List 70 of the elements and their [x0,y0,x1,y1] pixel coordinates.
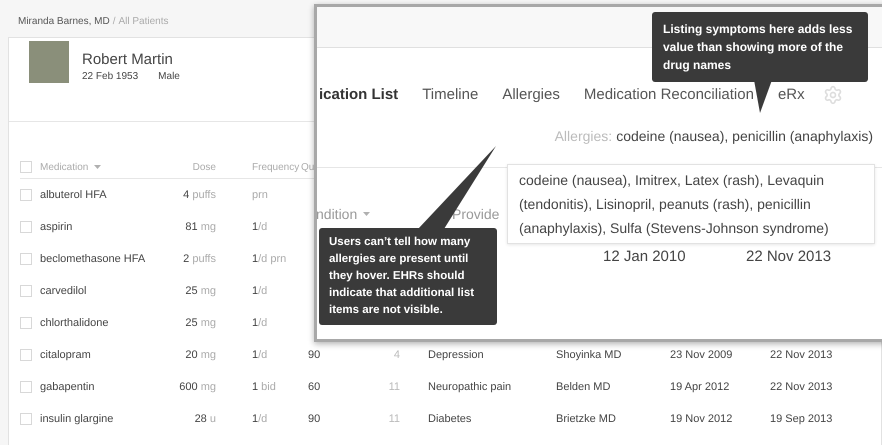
patient-sex: Male [158,70,180,84]
frequency-cell-text: 1/d [252,284,268,299]
medication-name: chlorthalidone [40,316,110,331]
row-checkbox[interactable] [20,161,32,173]
refills-cell-text: 11 [388,380,400,395]
provider-cell-text: Brietzke MD [556,412,617,427]
row-checkbox[interactable] [20,349,32,361]
tab[interactable]: Medication Reconciliation [584,84,754,106]
condition-cell-text: Depression [428,348,485,363]
row-checkbox[interactable] [20,381,32,393]
dose-cell-text: 25 mg [184,316,216,331]
medication-name: insulin glargine [40,412,114,427]
annotation-callout: Listing symptoms here adds less value than showing more of the drug names [652,12,868,82]
frequency-cell-text: prn [252,188,269,203]
row-checkbox[interactable] [20,285,32,297]
refills-cell-text: 4 [392,348,400,363]
callout-pointer [754,80,772,113]
condition-cell-text: Diabetes [428,412,472,427]
provider-cell-text: Shoyinka MD [556,348,622,363]
settings-icon[interactable] [822,85,843,105]
row-checkbox[interactable] [20,253,32,265]
last-date-cell-text: 22 Nov 2013 [770,380,832,395]
row-checkbox[interactable] [20,317,32,329]
frequency-cell-text: 1/d [252,412,268,427]
dose-cell-text: 4 puffs [182,188,216,203]
medication-name: gabapentin [40,380,96,395]
allergies-popover: codeine (nausea), Imitrex, Latex (rash), Levaquin (tendonitis), Lisinopril, peanuts (rash), penicillin (anaphylaxis), Sulfa (Stevens-Johnson syndrome) [507,164,875,244]
provider-cell-text: Belden MD [556,380,612,395]
frequency-cell-text: 1/d [252,348,268,363]
medication-name: citalopram [40,348,92,363]
tab[interactable]: ication List [319,84,398,106]
frequency-cell-text: 1/d prn [252,252,288,267]
frequency-cell-text: 1 bid [252,380,277,395]
medication-name: carvedilol [40,284,88,299]
patient-name: Robert Martin [82,51,174,68]
quantity-cell-text: 60 [308,380,322,395]
dose-cell-text: 81 mg [184,220,216,235]
row-checkbox[interactable] [20,189,32,201]
breadcrumb-separator: / [112,16,116,27]
photo-placeholder [29,41,69,83]
dose-cell-text: 600 mg [178,380,216,395]
tab[interactable]: eRx [778,84,805,106]
start-date-cell-text: 19 Nov 2012 [670,412,734,427]
quantity-cell-text: 90 [308,348,322,363]
dose-cell-text: 28 u [194,412,216,427]
last-date-cell-text: 22 Nov 2013 [746,247,832,267]
patient-dob: 22 Feb 1953 [82,70,138,84]
dose-cell-text: 20 mg [184,348,216,363]
medication-name: aspirin [40,220,74,235]
start-date-cell-text: 12 Jan 2010 [603,247,687,267]
medication-name: albuterol HFA [40,188,108,203]
frequency-cell-text: 1/d [252,316,268,331]
row-checkbox[interactable] [20,413,32,425]
medication-name: beclomethasone HFA [40,252,146,267]
dose-cell-text: 25 mg [184,284,216,299]
start-date-cell-text: 19 Apr 2012 [670,380,730,395]
dose-cell-text: 2 puffs [182,252,216,267]
allergies-label: Allergies: [554,127,612,146]
last-date-cell-text: 22 Nov 2013 [770,348,832,363]
tab[interactable]: Timeline [422,84,478,106]
frequency-cell-text: 1/d [252,220,268,235]
row-checkbox[interactable] [20,221,32,233]
refills-cell-text: 11 [388,412,400,427]
tab[interactable]: Allergies [502,84,560,106]
start-date-cell-text: 23 Nov 2009 [670,348,734,363]
allergies-summary[interactable]: codeine (nausea), penicillin (anaphylaxis) [616,126,873,147]
last-date-cell-text: 19 Sep 2013 [770,412,832,427]
quantity-cell-text: 90 [308,412,322,427]
condition-cell-text: Neuropathic pain [428,380,512,395]
breadcrumb-user[interactable]: Miranda Barnes, MD [18,16,110,27]
